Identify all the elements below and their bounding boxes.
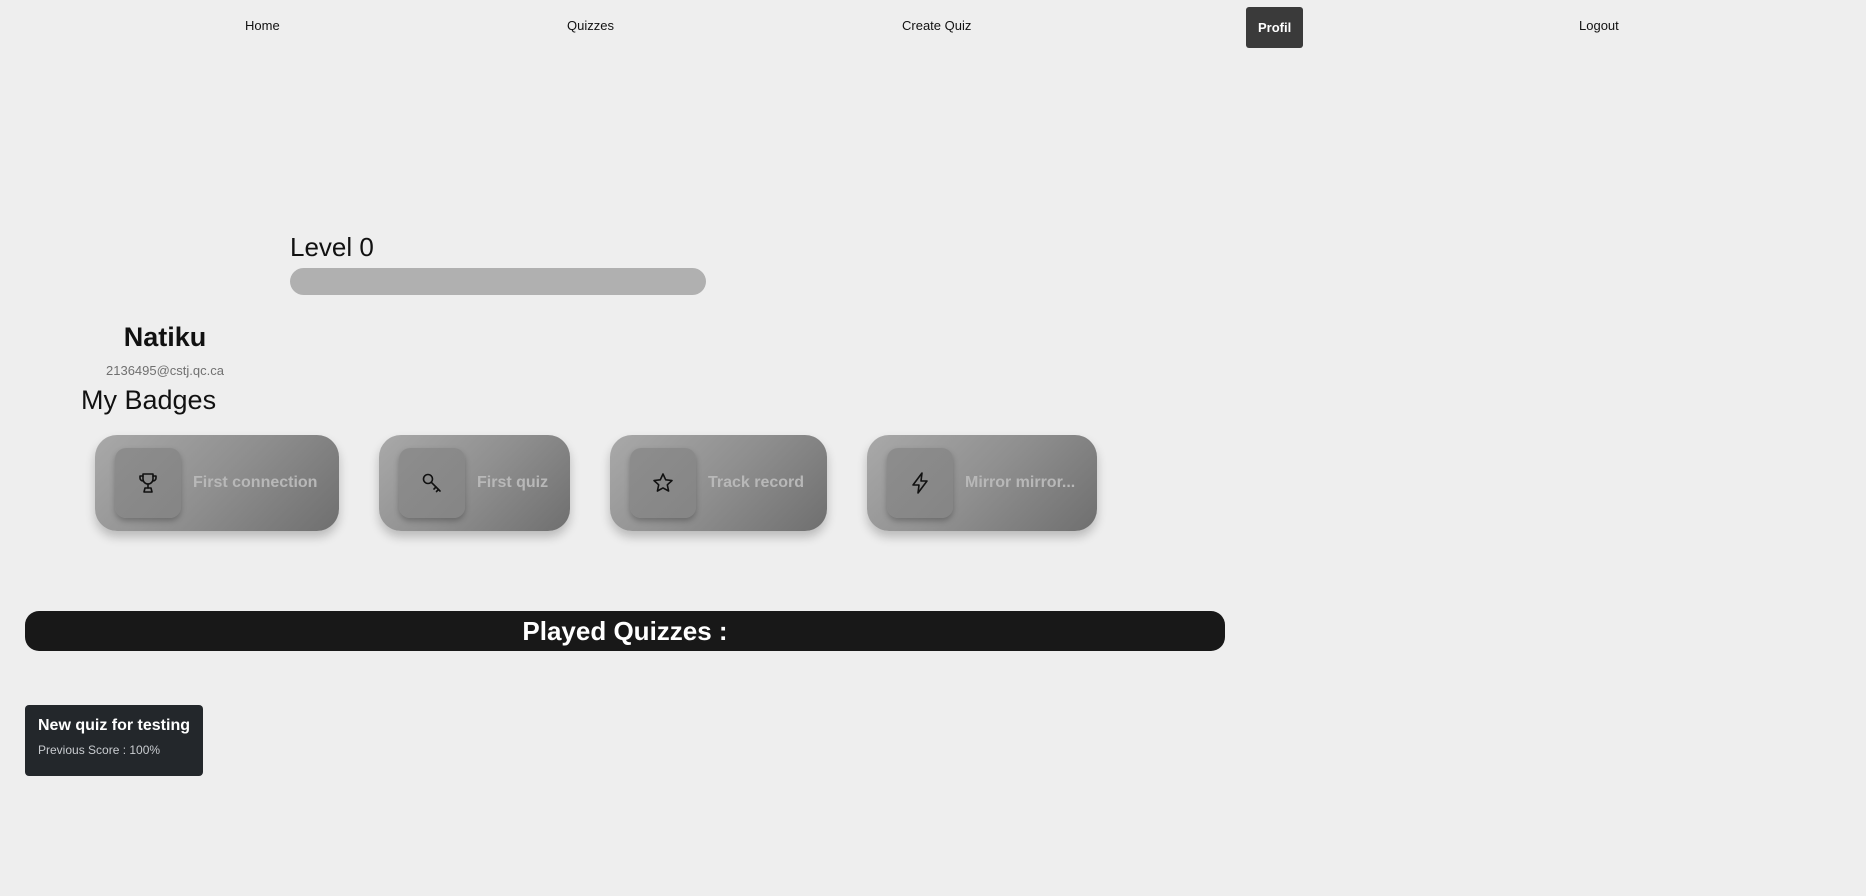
badges-heading: My Badges	[81, 385, 217, 415]
badge-label: First connection	[193, 474, 318, 491]
star-icon	[630, 448, 696, 518]
key-icon	[399, 448, 465, 518]
lightning-icon	[887, 448, 953, 518]
badge-label: First quiz	[477, 474, 549, 491]
badge-first-connection: First connection	[95, 435, 339, 531]
level-progress-bar	[290, 268, 706, 295]
quiz-previous-score: Previous Score : 100%	[38, 743, 190, 757]
top-nav: Home Quizzes Create Quiz Profil Logout	[0, 0, 1866, 54]
nav-profil-link[interactable]: Profil	[1246, 7, 1304, 48]
badge-mirror-mirror: Mirror mirror...	[867, 435, 1097, 531]
user-name: Natiku	[123, 322, 207, 352]
played-quiz-card[interactable]: New quiz for testing Previous Score : 10…	[25, 705, 203, 776]
nav-quizzes-link[interactable]: Quizzes	[567, 18, 614, 33]
badge-track-record: Track record	[610, 435, 827, 531]
level-label: Level 0	[290, 232, 374, 262]
user-email: 2136495@cstj.qc.ca	[106, 363, 224, 378]
badge-label: Mirror mirror...	[965, 474, 1076, 491]
quiz-score-value: 100%	[129, 743, 161, 757]
badge-label: Track record	[708, 474, 805, 491]
nav-logout-link[interactable]: Logout	[1579, 18, 1619, 33]
nav-home-link[interactable]: Home	[245, 18, 280, 33]
played-quizzes-heading: Played Quizzes :	[25, 611, 1225, 651]
nav-create-quiz-link[interactable]: Create Quiz	[902, 18, 971, 33]
badge-first-quiz: First quiz	[379, 435, 570, 531]
trophy-icon	[115, 448, 181, 518]
quiz-title: New quiz for testing	[38, 717, 190, 734]
profile-page: Home Quizzes Create Quiz Profil Logout L…	[0, 0, 1866, 896]
quiz-score-label: Previous Score :	[38, 743, 130, 757]
